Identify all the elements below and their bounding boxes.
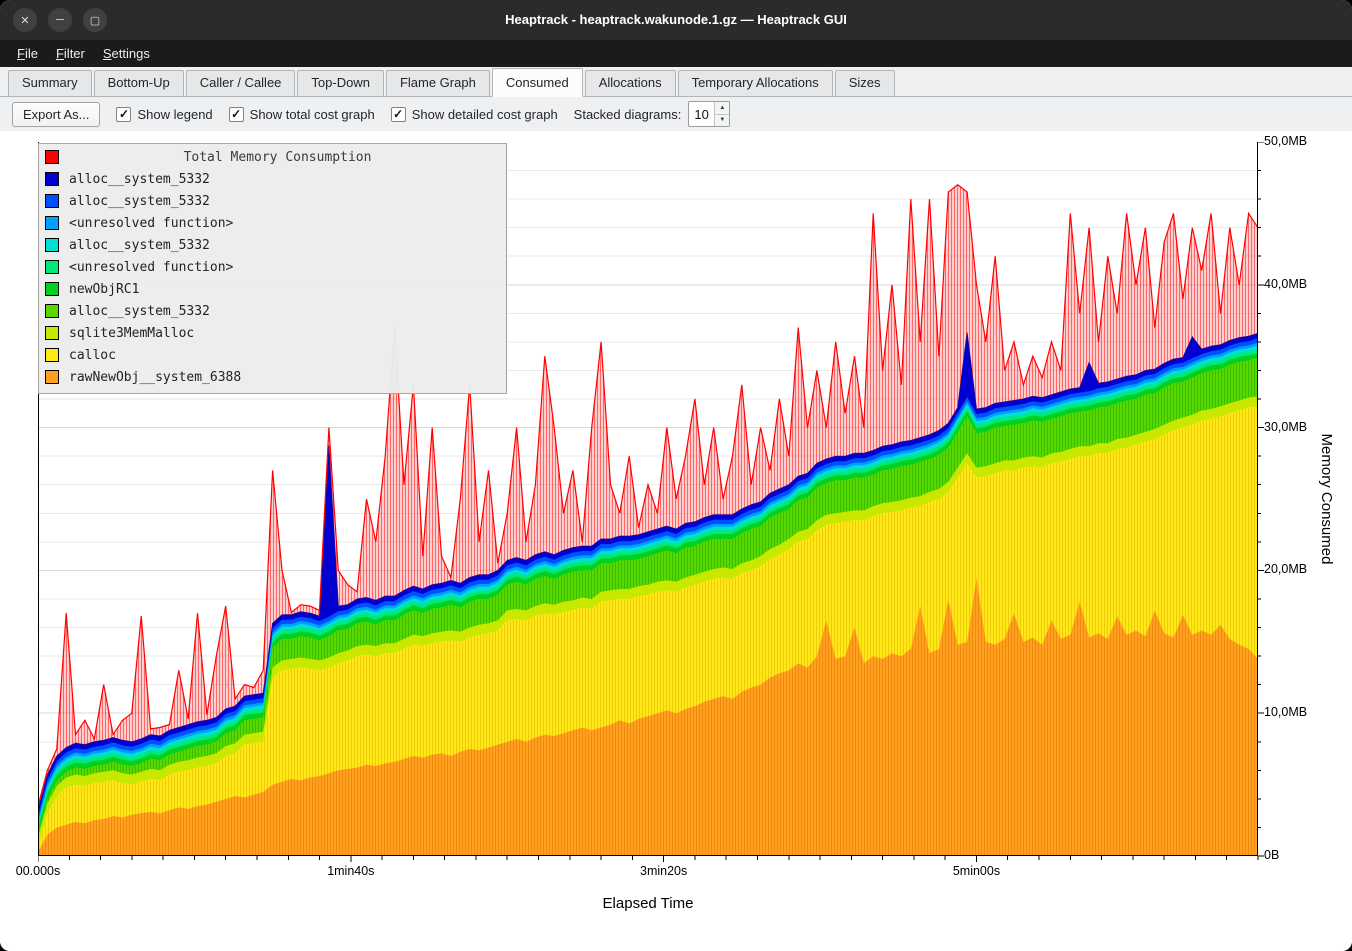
tab-flame-graph[interactable]: Flame Graph bbox=[386, 70, 490, 96]
legend-label: <unresolved function> bbox=[69, 216, 233, 231]
y-axis-tick-label: 20,0MB bbox=[1264, 562, 1307, 576]
y-axis-tick-label: 40,0MB bbox=[1264, 277, 1307, 291]
close-button[interactable]: ✕ bbox=[13, 8, 37, 32]
checkmark-icon: ✓ bbox=[229, 107, 244, 122]
legend-swatch bbox=[45, 194, 59, 208]
x-axis-tick-label: 1min40s bbox=[327, 864, 374, 878]
legend-label: <unresolved function> bbox=[69, 260, 233, 275]
spinbox-value[interactable]: 10 bbox=[689, 102, 714, 126]
window-title: Heaptrack - heaptrack.wakunode.1.gz — He… bbox=[0, 0, 1352, 40]
legend-item: <unresolved function> bbox=[39, 256, 506, 278]
checkbox-show-total-cost-graph[interactable]: ✓ Show total cost graph bbox=[229, 107, 375, 122]
legend-label: alloc__system_5332 bbox=[69, 238, 210, 253]
legend-item: newObjRC1 bbox=[39, 278, 506, 300]
tab-sizes[interactable]: Sizes bbox=[835, 70, 895, 96]
legend-label: calloc bbox=[69, 348, 116, 363]
legend-swatch bbox=[45, 304, 59, 318]
x-axis-tick-label: 3min20s bbox=[640, 864, 687, 878]
checkmark-icon: ✓ bbox=[391, 107, 406, 122]
x-axis-title: Elapsed Time bbox=[603, 895, 694, 912]
titlebar: ✕ ─ ▢ Heaptrack - heaptrack.wakunode.1.gz … bbox=[0, 0, 1352, 40]
checkbox-label: Show detailed cost graph bbox=[412, 107, 558, 122]
spin-up-button[interactable]: ▲ bbox=[715, 102, 729, 115]
chevron-up-icon: ▲ bbox=[719, 105, 725, 111]
legend-swatch bbox=[45, 216, 59, 230]
close-icon: ✕ bbox=[20, 14, 29, 27]
maximize-icon: ▢ bbox=[90, 14, 100, 27]
legend-label: newObjRC1 bbox=[69, 282, 139, 297]
legend-swatch bbox=[45, 326, 59, 340]
export-as-button[interactable]: Export As... bbox=[12, 102, 100, 127]
heaptrack-window: ✕ ─ ▢ Heaptrack - heaptrack.wakunode.1.gz … bbox=[0, 0, 1352, 951]
legend-title-row: Total Memory Consumption bbox=[39, 146, 506, 168]
window-controls: ✕ ─ ▢ bbox=[13, 8, 107, 32]
menu-item-file[interactable]: File bbox=[8, 42, 47, 65]
tab-temporary-allocations[interactable]: Temporary Allocations bbox=[678, 70, 833, 96]
legend-item: alloc__system_5332 bbox=[39, 300, 506, 322]
tab-top-down[interactable]: Top-Down bbox=[297, 70, 384, 96]
legend-swatch bbox=[45, 282, 59, 296]
legend-label: rawNewObj__system_6388 bbox=[69, 370, 241, 385]
y-axis-title: Memory Consumed bbox=[1318, 434, 1335, 565]
minimize-icon: ─ bbox=[56, 14, 64, 26]
checkbox-label: Show legend bbox=[137, 107, 212, 122]
legend-swatch bbox=[45, 150, 59, 164]
stacked-diagrams-spinbox[interactable]: 10 ▲ ▼ bbox=[688, 101, 730, 127]
legend-label: alloc__system_5332 bbox=[69, 172, 210, 187]
checkbox-label: Show total cost graph bbox=[250, 107, 375, 122]
legend-item: alloc__system_5332 bbox=[39, 234, 506, 256]
maximize-button[interactable]: ▢ bbox=[83, 8, 107, 32]
minimize-button[interactable]: ─ bbox=[48, 8, 72, 32]
stacked-diagrams-label: Stacked diagrams: bbox=[574, 107, 682, 122]
legend-item: calloc bbox=[39, 344, 506, 366]
menubar: FileFilterSettings bbox=[0, 40, 1352, 67]
legend-item: alloc__system_5332 bbox=[39, 168, 506, 190]
checkbox-show-detailed-cost-graph[interactable]: ✓ Show detailed cost graph bbox=[391, 107, 558, 122]
spin-down-button[interactable]: ▼ bbox=[715, 115, 729, 127]
x-axis-tick-label: 00.000s bbox=[16, 864, 60, 878]
checkmark-icon: ✓ bbox=[116, 107, 131, 122]
x-axis-tick-label: 5min00s bbox=[953, 864, 1000, 878]
chevron-down-icon: ▼ bbox=[719, 117, 725, 123]
tab-allocations[interactable]: Allocations bbox=[585, 70, 676, 96]
checkbox-group: ✓ Show legend ✓ Show total cost graph ✓ Show … bbox=[116, 107, 557, 122]
y-axis-tick-label: 10,0MB bbox=[1264, 705, 1307, 719]
legend-item: sqlite3MemMalloc bbox=[39, 322, 506, 344]
legend-label: alloc__system_5332 bbox=[69, 194, 210, 209]
checkbox-show-legend[interactable]: ✓ Show legend bbox=[116, 107, 212, 122]
legend-swatch bbox=[45, 238, 59, 252]
legend-label: alloc__system_5332 bbox=[69, 304, 210, 319]
tab-caller-callee[interactable]: Caller / Callee bbox=[186, 70, 296, 96]
menu-item-settings[interactable]: Settings bbox=[94, 42, 159, 65]
legend-item: <unresolved function> bbox=[39, 212, 506, 234]
chart-area[interactable]: Total Memory Consumption alloc__system_53… bbox=[0, 131, 1352, 951]
legend-swatch bbox=[45, 348, 59, 362]
toolbar: Export As... ✓ Show legend ✓ Show total cos… bbox=[0, 97, 1352, 131]
legend-swatch bbox=[45, 172, 59, 186]
y-axis-tick-label: 30,0MB bbox=[1264, 420, 1307, 434]
legend-item: rawNewObj__system_6388 bbox=[39, 366, 506, 388]
legend-item: alloc__system_5332 bbox=[39, 190, 506, 212]
legend-title: Total Memory Consumption bbox=[69, 150, 506, 165]
y-axis-tick-label: 0B bbox=[1264, 848, 1279, 862]
legend-swatch bbox=[45, 370, 59, 384]
y-axis-tick-label: 50,0MB bbox=[1264, 134, 1307, 148]
tab-bar: SummaryBottom-UpCaller / CalleeTop-DownF… bbox=[0, 67, 1352, 97]
tab-summary[interactable]: Summary bbox=[8, 70, 92, 96]
chart-legend: Total Memory Consumption alloc__system_53… bbox=[38, 143, 507, 394]
legend-label: sqlite3MemMalloc bbox=[69, 326, 194, 341]
tab-bottom-up[interactable]: Bottom-Up bbox=[94, 70, 184, 96]
spinbox-buttons: ▲ ▼ bbox=[714, 102, 729, 126]
legend-swatch bbox=[45, 260, 59, 274]
stacked-diagrams-control: Stacked diagrams: 10 ▲ ▼ bbox=[574, 101, 731, 127]
menu-item-filter[interactable]: Filter bbox=[47, 42, 94, 65]
tab-consumed[interactable]: Consumed bbox=[492, 68, 583, 97]
